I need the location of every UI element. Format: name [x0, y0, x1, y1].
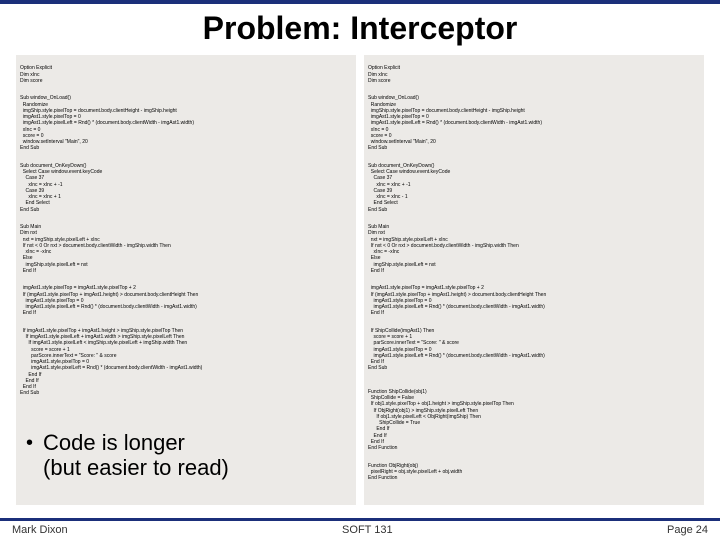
code-right-onkey: Sub document_OnKeyDown() Select Case win…: [368, 163, 700, 213]
code-left-header: Option Explicit Dim xInc Dim score: [20, 65, 352, 84]
code-right-main3: If ShipCollide(imgAst1) Then score = sco…: [368, 328, 700, 372]
bullet-text: Code is longer (but easier to read): [43, 430, 229, 481]
code-left-main3: If imgAst1.style.pixelTop + imgAst1.heig…: [20, 328, 352, 397]
slide-title: Problem: Interceptor: [0, 4, 720, 55]
footer-course: SOFT 131: [342, 524, 393, 536]
code-left-main2: imgAst1.style.pixelTop = imgAst1.style.p…: [20, 285, 352, 316]
bullet-line-1: Code is longer: [43, 430, 185, 455]
code-right-main1: Sub Main Dim nxt nxt = imgShip.style.pix…: [368, 224, 700, 274]
code-right-fn2: Function ObjRight(obj) pixelRight = obj.…: [368, 463, 700, 482]
code-right-fn1: Function ShipCollide(obj1) ShipCollide =…: [368, 389, 700, 452]
slide-footer: Mark Dixon SOFT 131 Page 24: [0, 518, 720, 540]
code-left-onload: Sub window_OnLoad() Randomize imgShip.st…: [20, 95, 352, 151]
code-right-header: Option Explicit Dim xInc Dim score: [368, 65, 700, 84]
footer-author: Mark Dixon: [12, 524, 68, 536]
code-right-onload: Sub window_OnLoad() Randomize imgShip.st…: [368, 95, 700, 151]
bullet-dot-icon: •: [26, 430, 33, 456]
code-right-main2: imgAst1.style.pixelTop = imgAst1.style.p…: [368, 285, 700, 316]
bullet-list: • Code is longer (but easier to read): [26, 430, 229, 481]
bullet-line-2: (but easier to read): [43, 455, 229, 480]
code-left-main1: Sub Main Dim nxt nxt = imgShip.style.pix…: [20, 224, 352, 274]
footer-page: Page 24: [667, 524, 708, 536]
code-left-onkey: Sub document_OnKeyDown() Select Case win…: [20, 163, 352, 213]
code-right: Option Explicit Dim xInc Dim score Sub w…: [364, 55, 704, 505]
